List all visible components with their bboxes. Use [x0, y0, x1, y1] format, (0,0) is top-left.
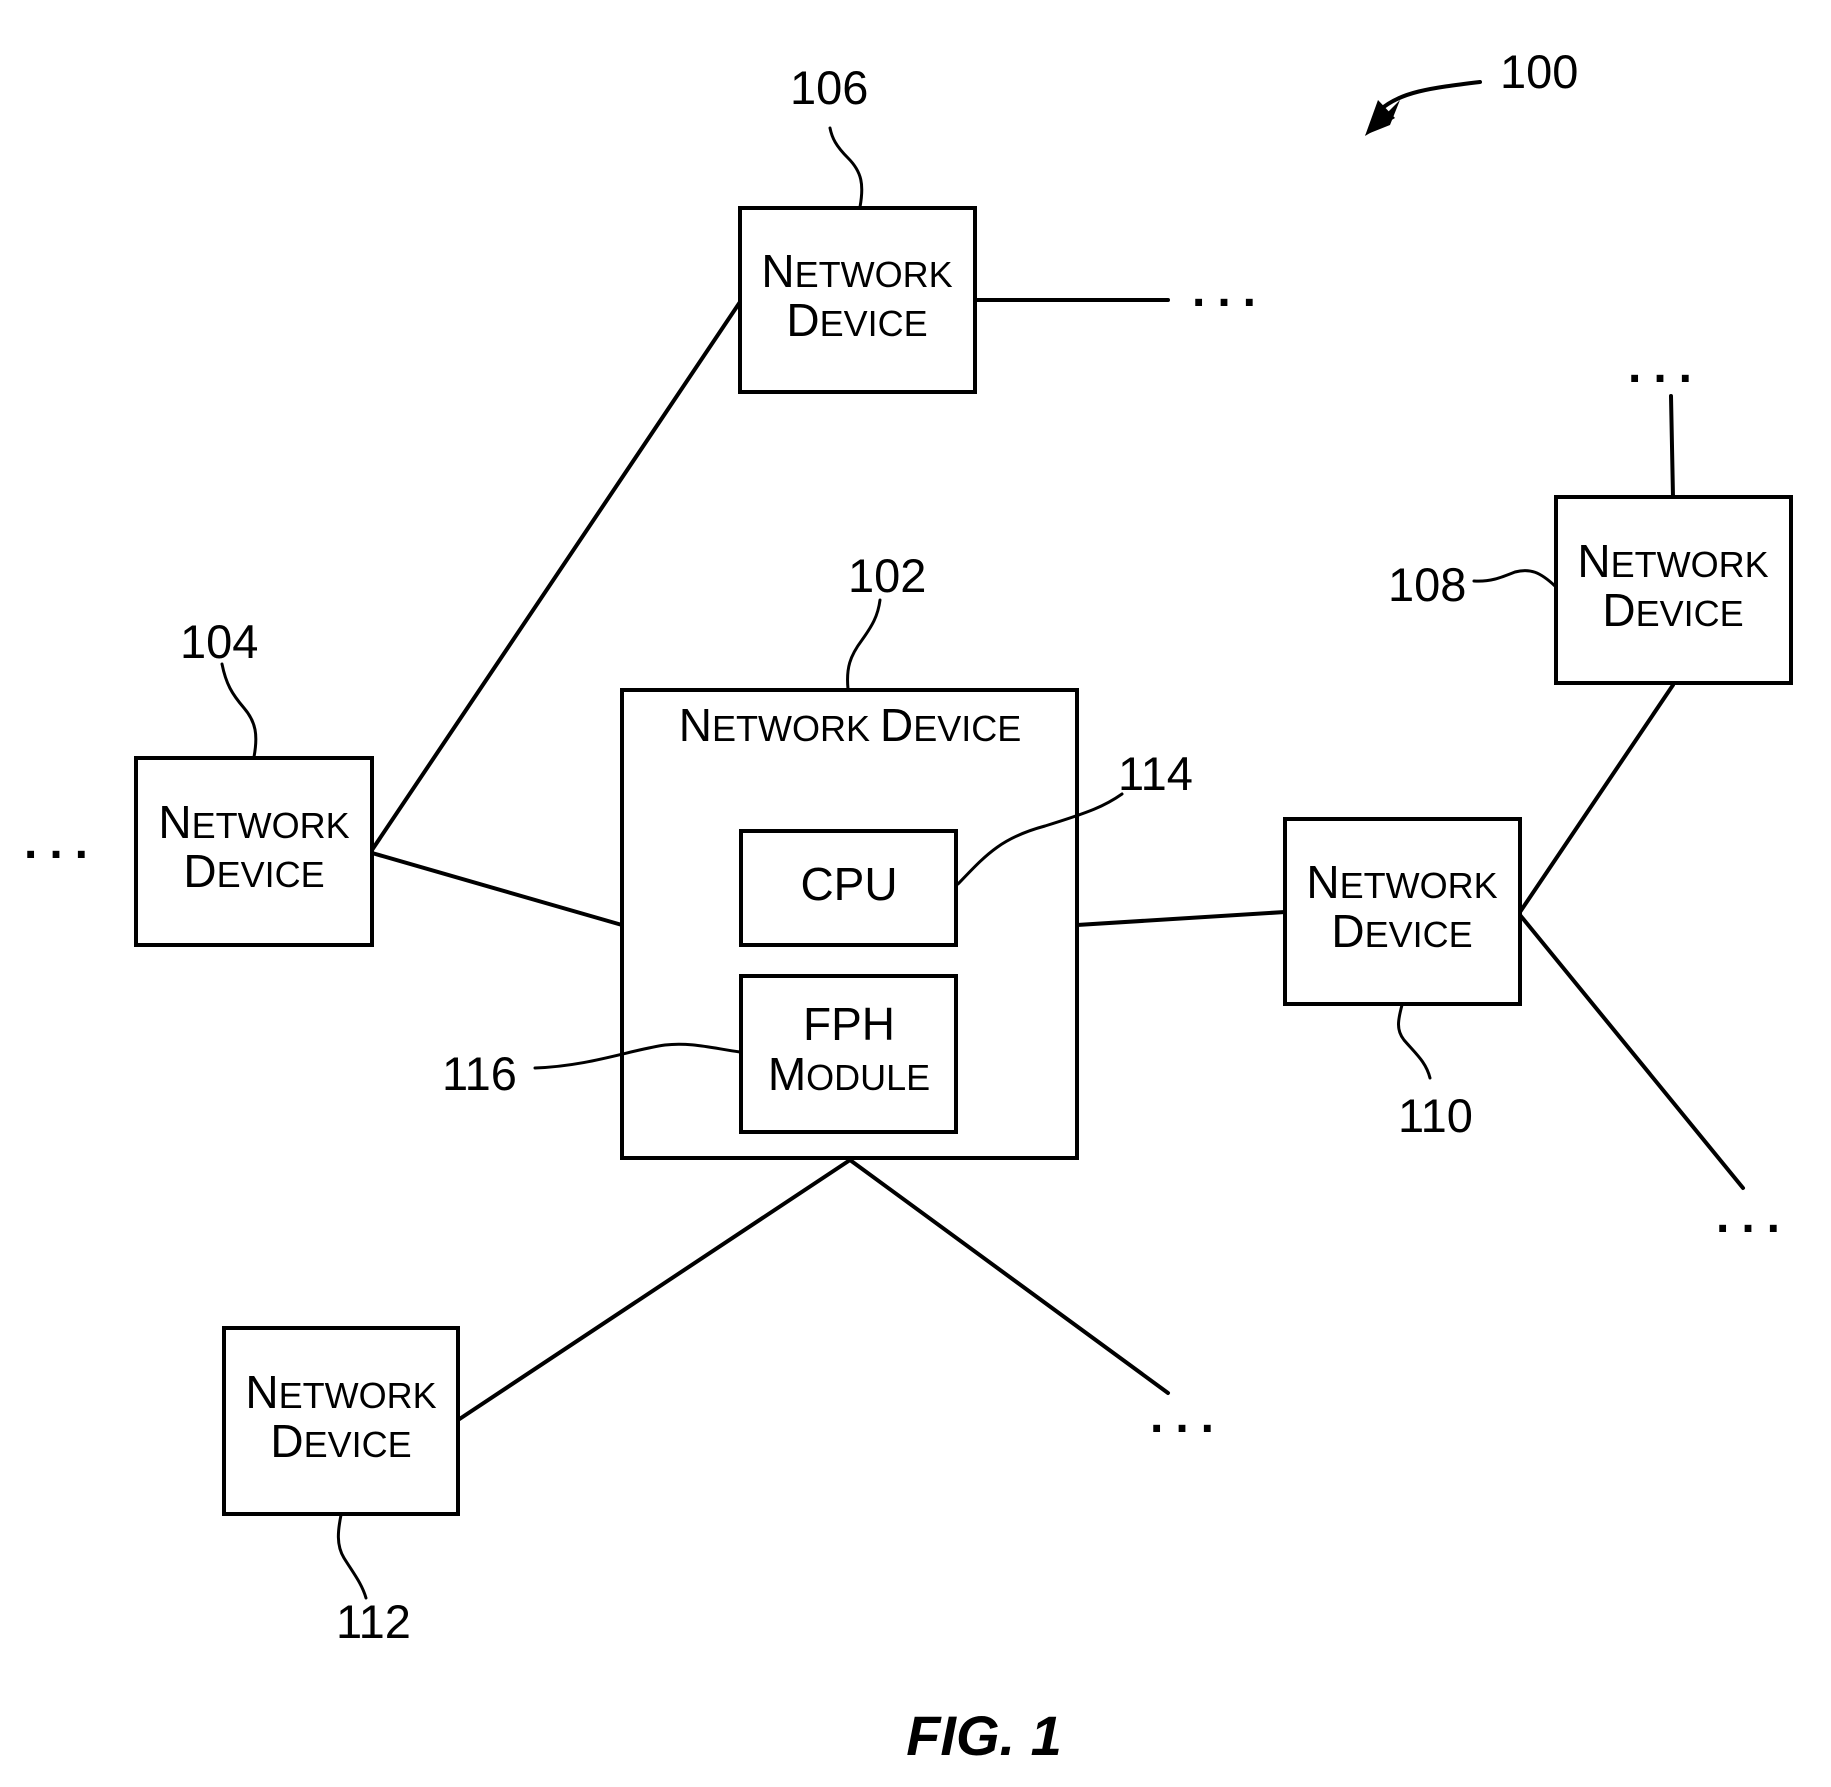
figure-caption: FIG. 1 — [906, 1704, 1062, 1767]
ref-102: 102 — [848, 549, 926, 602]
system-ref-label: 100 — [1500, 45, 1578, 98]
node-110[interactable]: NETWORK DEVICE — [1283, 817, 1522, 1006]
ref-114: 114 — [1118, 747, 1193, 800]
link-102-ellipsis — [848, 1158, 1170, 1395]
network-diagram: 100 ... ... ... ... ... NETWORK DEVICE 1… — [24, 45, 1793, 1767]
ref-112-leader — [336, 1513, 368, 1600]
link-110-ellipsis — [1518, 913, 1745, 1190]
ref-102-leader — [846, 598, 882, 691]
component-fph-module[interactable]: FPH MODULE — [739, 974, 958, 1134]
node-106[interactable]: NETWORK DEVICE — [738, 206, 977, 394]
node-104-box[interactable] — [134, 756, 374, 947]
link-104-102 — [370, 851, 624, 927]
ref-104: 104 — [180, 615, 258, 668]
ref-110: 110 — [1398, 1089, 1473, 1142]
system-ref-arrowhead-fill — [1365, 100, 1395, 136]
ref-106: 106 — [790, 61, 868, 114]
node-110-box[interactable] — [1283, 817, 1522, 1006]
node-108-box[interactable] — [1554, 495, 1793, 685]
ellipsis-102: ... — [1150, 1390, 1226, 1443]
node-104[interactable]: NETWORK DEVICE — [134, 756, 374, 947]
node-102[interactable]: NETWORK DEVICE CPU FPH MODULE — [620, 688, 1079, 1160]
link-110-108 — [1518, 683, 1675, 914]
ref-106-leader — [828, 126, 864, 209]
cpu-label: CPU — [800, 858, 897, 910]
link-102-112 — [456, 1158, 852, 1422]
ref-116: 116 — [442, 1047, 517, 1100]
ref-104-leader — [220, 662, 258, 759]
ellipsis-106: ... — [1192, 264, 1268, 317]
link-108-ellipsis — [1669, 394, 1675, 499]
ellipsis-110: ... — [1716, 1190, 1792, 1243]
node-106-box[interactable] — [738, 206, 977, 394]
node-112[interactable]: NETWORK DEVICE — [222, 1326, 460, 1516]
component-cpu[interactable]: CPU — [739, 829, 958, 947]
node-108[interactable]: NETWORK DEVICE — [1554, 495, 1793, 685]
ref-112: 112 — [336, 1595, 411, 1648]
link-102-110 — [1075, 910, 1287, 927]
ref-110-leader — [1397, 1003, 1432, 1080]
fph-label: FPH — [803, 998, 895, 1050]
ref-108-leader — [1472, 569, 1557, 588]
ellipsis-left: ... — [24, 816, 100, 869]
ellipsis-108: ... — [1628, 340, 1704, 393]
node-112-box[interactable] — [222, 1326, 460, 1516]
ref-108: 108 — [1388, 558, 1466, 611]
